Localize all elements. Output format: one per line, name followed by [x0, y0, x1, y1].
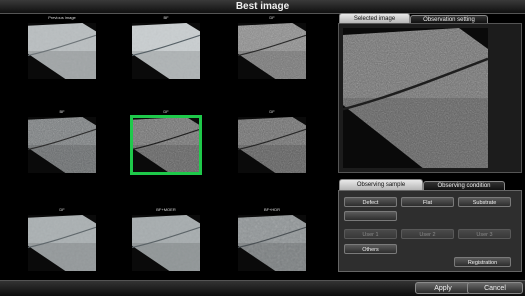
- grid-cell-label: BF+MOER: [156, 207, 176, 212]
- thumbnail-image[interactable]: [28, 23, 96, 79]
- grid-cell-label: DF: [269, 15, 275, 20]
- thumbnail-image[interactable]: [28, 215, 96, 271]
- thumbnail-image[interactable]: [238, 23, 306, 79]
- selected-image-preview: [343, 28, 488, 168]
- grid-cell-label: Previous image: [48, 15, 76, 20]
- thumbnail-image[interactable]: [238, 215, 306, 271]
- image-grid: Previous image BF DF BF DF DF DF BF+MOER…: [0, 14, 335, 280]
- grid-cell-label: BF+HDR: [263, 207, 281, 212]
- apply-button[interactable]: Apply: [415, 282, 471, 294]
- grid-cell-label: BF: [59, 109, 65, 114]
- others-button[interactable]: Others: [344, 244, 397, 254]
- flat-button[interactable]: Flat: [401, 197, 454, 207]
- registration-button[interactable]: Registration: [454, 257, 511, 267]
- selected-image-panel: [338, 23, 522, 173]
- window-title: Best image: [0, 0, 525, 14]
- blank-button[interactable]: [344, 211, 397, 221]
- grid-cell-label: DF: [59, 207, 65, 212]
- thumbnail-image-selected[interactable]: [130, 115, 202, 175]
- observing-sample-panel: Defect Flat Substrate User 1 User 2 User…: [338, 190, 522, 272]
- thumbnail-image[interactable]: [238, 117, 306, 173]
- substrate-button[interactable]: Substrate: [458, 197, 511, 207]
- defect-button[interactable]: Defect: [344, 197, 397, 207]
- user-1-button[interactable]: User 1: [344, 229, 397, 239]
- tab-observing-condition[interactable]: Observing condition: [423, 181, 505, 190]
- tab-observation-setting[interactable]: Observation setting: [410, 15, 488, 23]
- thumbnail-image[interactable]: [132, 215, 200, 271]
- grid-cell-label: DF: [163, 109, 169, 114]
- user-3-button[interactable]: User 3: [458, 229, 511, 239]
- grid-cell-label: BF: [163, 15, 169, 20]
- grid-cell-label: DF: [269, 109, 275, 114]
- thumbnail-image[interactable]: [28, 117, 96, 173]
- thumbnail-image[interactable]: [132, 23, 200, 79]
- tab-selected-image[interactable]: Selected image: [339, 13, 410, 23]
- cancel-button[interactable]: Cancel: [467, 282, 523, 294]
- user-2-button[interactable]: User 2: [401, 229, 454, 239]
- tab-observing-sample[interactable]: Observing sample: [339, 179, 423, 190]
